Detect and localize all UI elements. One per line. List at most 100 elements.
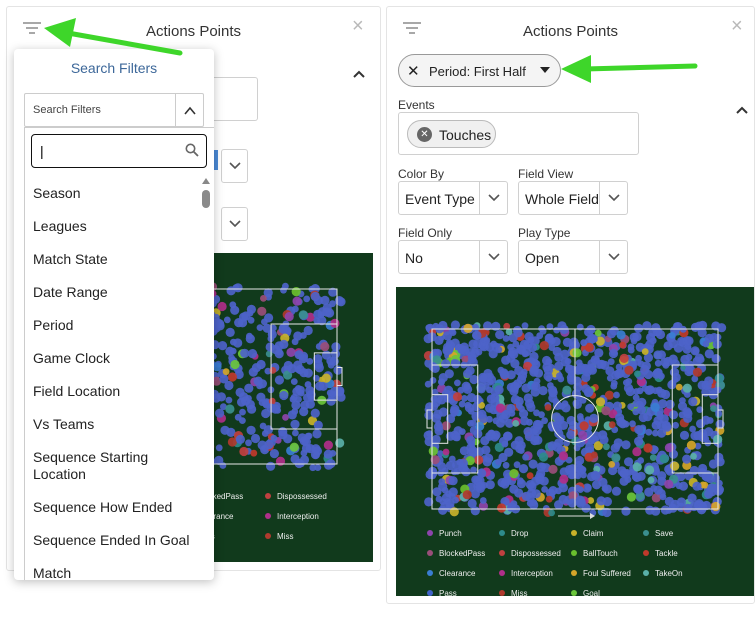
event-point (291, 338, 299, 346)
event-point (552, 346, 562, 357)
legend-item: TakeOn (643, 569, 683, 578)
event-point (239, 392, 249, 402)
play-type-select-partial[interactable] (221, 207, 248, 241)
field-view-select[interactable]: Whole Field (518, 181, 628, 215)
event-point (689, 465, 699, 476)
filter-option[interactable]: Game Clock (33, 350, 198, 367)
legend-swatch (265, 493, 271, 499)
filter-option[interactable]: Leagues (33, 218, 198, 235)
chevron-up-icon[interactable] (175, 94, 203, 126)
event-point (502, 335, 510, 342)
event-point (266, 461, 276, 471)
event-point (579, 421, 589, 431)
event-point (226, 286, 236, 296)
event-point (452, 496, 459, 504)
close-icon[interactable]: × (731, 16, 743, 36)
event-point (637, 457, 645, 464)
event-point (629, 332, 639, 342)
event-point (650, 402, 660, 412)
search-icon[interactable] (185, 143, 199, 157)
legend-swatch (499, 550, 505, 556)
event-point (323, 440, 333, 450)
event-point (478, 372, 488, 382)
legend-label: Drop (511, 529, 529, 538)
event-point (610, 382, 618, 390)
filter-option[interactable]: Match (33, 565, 198, 580)
event-point (305, 432, 313, 440)
event-point (423, 430, 433, 440)
event-point (684, 336, 694, 346)
event-point (280, 286, 287, 294)
play-type-select[interactable]: Open (518, 240, 628, 274)
close-icon[interactable]: × (352, 16, 364, 36)
events-box-partial[interactable] (211, 77, 258, 121)
chevron-down-icon[interactable] (599, 241, 627, 273)
filter-option[interactable]: Sequence How Ended (33, 499, 198, 516)
event-point (230, 338, 237, 346)
event-point (536, 462, 546, 472)
events-input[interactable]: ✕ Touches (398, 112, 639, 155)
remove-chip-icon[interactable]: ✕ (417, 127, 432, 142)
field-view-select-partial[interactable] (221, 149, 248, 183)
event-point (289, 442, 299, 452)
event-point (670, 461, 680, 471)
event-point (336, 297, 346, 307)
event-point (566, 430, 576, 440)
event-point (504, 447, 514, 457)
event-point (547, 382, 554, 389)
filter-option[interactable]: Vs Teams (33, 416, 198, 433)
touches-event-chip[interactable]: ✕ Touches (407, 120, 496, 148)
color-by-select[interactable]: Event Type (398, 181, 508, 215)
event-point (442, 448, 450, 456)
period-filter-chip[interactable]: ✕ Period: First Half (398, 54, 561, 87)
chevron-down-icon[interactable] (479, 241, 507, 273)
chevron-up-icon[interactable] (735, 105, 749, 115)
event-point (474, 455, 484, 465)
legend-item: Claim (571, 529, 603, 538)
period-chip-label: Period: First Half (429, 64, 526, 79)
event-point (531, 489, 541, 499)
filter-option[interactable]: Period (33, 317, 198, 334)
event-point (513, 461, 521, 469)
filter-option[interactable]: Field Location (33, 383, 198, 400)
filter-option[interactable]: Sequence Ended In Goal (33, 532, 198, 549)
scroll-up-icon[interactable] (202, 178, 210, 184)
filter-search-input[interactable] (31, 134, 207, 168)
event-point (619, 353, 629, 363)
scroll-thumb[interactable] (202, 190, 210, 208)
event-point (558, 420, 569, 430)
filter-option[interactable]: Match State (33, 251, 198, 268)
event-point (529, 365, 539, 375)
chevron-up-icon[interactable] (352, 69, 366, 79)
filter-option[interactable]: Season (33, 185, 198, 202)
event-point (529, 351, 539, 362)
search-filters-select[interactable]: Search Filters (24, 93, 204, 127)
event-point (690, 322, 701, 332)
event-point (312, 446, 322, 456)
legend-item: Drop (499, 529, 528, 538)
filter-option[interactable]: Date Range (33, 284, 198, 301)
event-point (287, 364, 297, 374)
chevron-down-icon[interactable] (479, 182, 507, 214)
event-point (665, 399, 675, 409)
event-point (313, 420, 323, 430)
event-point (310, 291, 320, 302)
event-point (225, 327, 235, 337)
legend-label: Claim (583, 529, 604, 538)
direction-arrow-icon (558, 513, 595, 519)
legend-swatch (571, 570, 577, 576)
event-point (441, 359, 451, 369)
field-only-select[interactable]: No (398, 240, 508, 274)
filter-option[interactable]: Sequence Starting Location (33, 449, 198, 483)
legend-label: Clearance (439, 569, 476, 578)
event-point (299, 455, 310, 465)
caret-down-icon[interactable] (540, 67, 550, 73)
chevron-down-icon[interactable] (599, 182, 627, 214)
event-point (543, 371, 553, 381)
event-point (479, 497, 487, 504)
event-point (647, 476, 655, 484)
event-point (669, 367, 680, 377)
event-point (220, 425, 230, 435)
remove-filter-icon[interactable]: ✕ (407, 62, 420, 80)
event-point (323, 449, 333, 459)
